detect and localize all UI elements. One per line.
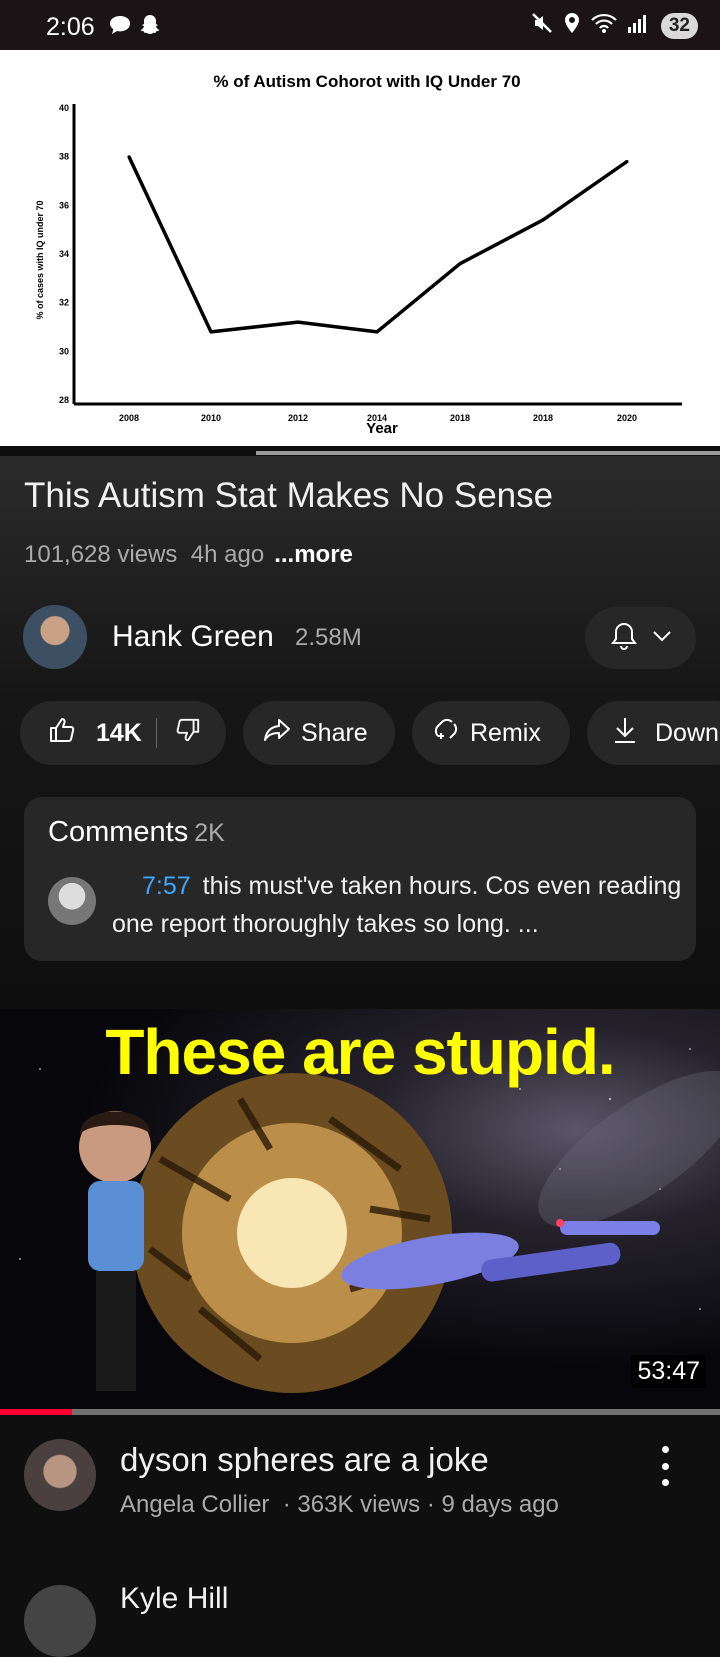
next-video-meta: Angela Collier · 363K views · 9 days ago [120, 1491, 559, 1519]
next-video-title[interactable]: dyson spheres are a joke [120, 1441, 489, 1479]
location-icon [563, 12, 581, 39]
share-button[interactable]: Share [243, 701, 395, 765]
video-title[interactable]: This Autism Stat Makes No Sense [24, 476, 553, 516]
y-tick-label: 40 [59, 103, 69, 113]
remix-button[interactable]: Remix [412, 701, 570, 765]
data-point [127, 155, 131, 159]
x-tick-label: 2018 [450, 413, 470, 423]
commenter-avatar [48, 877, 96, 925]
next-video-thumbnail[interactable]: These are stupid. 53:47 [0, 1009, 720, 1410]
y-tick-label: 36 [59, 200, 69, 210]
channel-avatar[interactable] [23, 605, 87, 669]
video-progress-track[interactable] [256, 451, 720, 455]
watch-progress-fill [0, 1409, 72, 1415]
x-tick-label: 2010 [201, 413, 221, 423]
top-comment: 7:57 this must've taken hours. Cos even r… [112, 867, 682, 943]
video-meta[interactable]: 101,628 views 4h ago ...more [24, 541, 353, 569]
comments-header: Comments 2K [48, 816, 225, 849]
next-channel-name[interactable]: Angela Collier [120, 1491, 269, 1518]
peek-video-title[interactable]: Kyle Hill [120, 1582, 228, 1616]
view-count: 101,628 views [24, 541, 178, 568]
more-link[interactable]: ...more [274, 541, 353, 568]
video-duration: 53:47 [631, 1355, 706, 1388]
download-button[interactable]: Down [587, 701, 720, 765]
snapchat-ghost-icon [138, 13, 162, 42]
y-tick-label: 32 [59, 298, 69, 308]
thumbnail-headline: These are stupid. [105, 1016, 615, 1088]
like-button[interactable]: 14K [48, 716, 142, 751]
video-player-chart[interactable]: % of Autism Cohorot with IQ Under 70 % o… [0, 50, 720, 446]
x-tick-label: 2020 [617, 413, 637, 423]
y-tick-label: 34 [59, 249, 69, 259]
comment-timestamp-link[interactable]: 7:57 [142, 872, 191, 900]
share-arrow-icon [263, 717, 291, 750]
remix-icon [432, 716, 460, 751]
data-point [296, 320, 300, 324]
series-line [127, 155, 628, 334]
dislike-button[interactable] [175, 717, 201, 750]
like-dislike-group: 14K [20, 701, 226, 765]
comment-text: this must've taken hours. Cos even readi… [112, 872, 682, 938]
next-video-stats: · 363K views · 9 days ago [282, 1491, 559, 1518]
subscriber-count: 2.58M [295, 624, 362, 651]
x-tick-label: 2014 [367, 413, 387, 423]
chevron-down-icon [652, 629, 672, 647]
y-tick-label: 30 [59, 346, 69, 356]
download-icon [613, 716, 637, 751]
battery-indicator: 32 [660, 12, 698, 39]
mute-icon [531, 12, 553, 39]
comments-card[interactable]: Comments 2K 7:57 this must've taken hours.… [24, 797, 696, 961]
y-tick-label: 38 [59, 152, 69, 162]
next-channel-avatar[interactable] [24, 1439, 96, 1511]
status-time: 2:06 [46, 13, 95, 41]
x-tick-label: 2008 [119, 413, 139, 423]
data-point [625, 160, 629, 163]
x-tick-label: 2012 [288, 413, 308, 423]
status-icons: 32 [531, 12, 698, 39]
y-tick-label: 28 [59, 395, 69, 405]
wifi-icon [591, 12, 617, 39]
x-tick-label: 2018 [533, 413, 553, 423]
upload-age: 4h ago [190, 541, 265, 568]
signal-icon [627, 12, 651, 39]
bell-icon [610, 621, 638, 656]
data-point [375, 330, 379, 334]
channel-name[interactable]: Hank Green [112, 620, 274, 654]
like-count: 14K [96, 718, 142, 747]
notification-bell-button[interactable] [585, 607, 696, 669]
peek-channel-avatar[interactable] [24, 1585, 96, 1657]
comments-count: 2K [194, 819, 225, 847]
remix-label: Remix [470, 718, 541, 747]
chart-title: % of Autism Cohorot with IQ Under 70 [213, 72, 520, 91]
data-point [458, 262, 462, 266]
thumbs-up-icon [48, 716, 76, 751]
data-point [209, 330, 213, 334]
more-options-icon[interactable] [655, 1446, 675, 1486]
share-label: Share [301, 718, 368, 747]
download-label: Down [655, 718, 719, 747]
chart-y-axis-label: % of cases with IQ under 70 [35, 200, 45, 319]
thumbs-down-icon [175, 718, 201, 749]
line-chart: % of Autism Cohorot with IQ Under 70 % o… [35, 72, 682, 437]
like-divider [155, 718, 157, 748]
watch-progress-track [0, 1409, 720, 1415]
data-point [541, 218, 545, 222]
chat-bubble-icon [108, 14, 132, 41]
figure-shape [79, 1111, 151, 1391]
comments-label: Comments [48, 816, 189, 848]
